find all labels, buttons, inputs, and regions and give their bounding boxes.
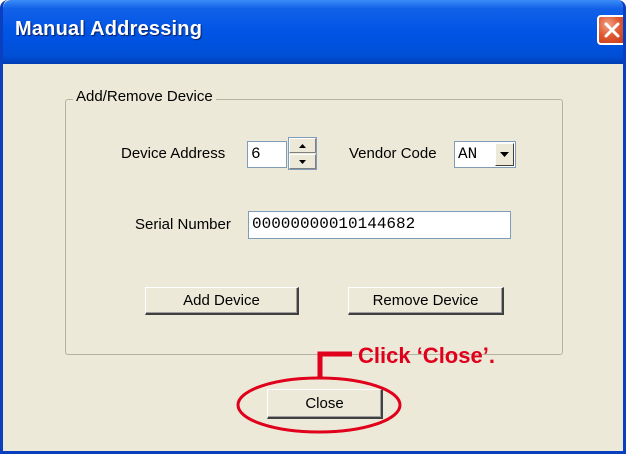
window-title: Manual Addressing [15,18,203,40]
chevron-down-icon[interactable] [495,143,514,166]
vendor-code-value: AN [458,145,478,163]
title-bar[interactable]: Manual Addressing [3,0,623,64]
remove-device-button[interactable]: Remove Device [348,287,504,315]
annotation-callout: Click ‘Close’. [358,343,495,368]
vendor-code-label: Vendor Code [349,145,437,162]
device-address-input[interactable]: 6 [247,141,287,168]
device-address-spinner [288,137,317,170]
group-label: Add/Remove Device [73,88,216,105]
serial-number-label: Serial Number [135,216,231,233]
serial-number-input[interactable]: 00000000010144682 [248,211,511,239]
spin-up-icon[interactable] [289,138,316,153]
device-address-label: Device Address [121,145,226,162]
vendor-code-select[interactable]: AN [454,141,516,168]
spin-down-icon[interactable] [289,154,316,169]
add-device-button[interactable]: Add Device [145,287,299,315]
manual-addressing-dialog: Manual Addressing Add/Remove Device Devi… [0,0,626,454]
close-button[interactable]: Close [267,389,383,419]
close-x-icon[interactable] [597,15,623,45]
